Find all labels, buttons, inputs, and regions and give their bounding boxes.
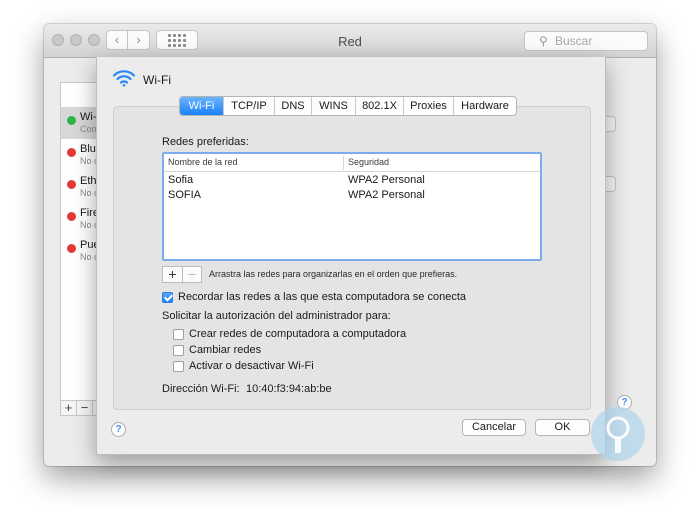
ok-button[interactable]: OK: [535, 419, 590, 436]
tab-bar: Wi-Fi TCP/IP DNS WINS 802.1X Proxies Har…: [179, 96, 517, 116]
table-header: Nombre de la red Seguridad: [164, 154, 540, 172]
column-divider: [343, 156, 344, 170]
wifi-address-value: 10:40:f3:94:ab:be: [246, 383, 332, 395]
add-service-button[interactable]: +: [61, 401, 77, 415]
table-row[interactable]: SOFIA WPA2 Personal: [164, 189, 540, 204]
change-networks-checkbox[interactable]: [173, 345, 184, 356]
search-field[interactable]: ⚲ Buscar: [524, 31, 648, 51]
network-name: Sofia: [168, 174, 194, 186]
watermark-logo: [591, 407, 645, 461]
preferred-networks-table[interactable]: Nombre de la red Seguridad Sofia WPA2 Pe…: [162, 152, 542, 261]
remember-networks-checkbox[interactable]: [162, 292, 173, 303]
column-header-name[interactable]: Nombre de la red: [168, 157, 238, 167]
wifi-address-label: Dirección Wi-Fi:: [162, 383, 240, 395]
help-button[interactable]: ?: [111, 422, 126, 437]
remove-service-button[interactable]: −: [77, 401, 93, 415]
status-dot-icon: [67, 116, 76, 125]
network-security: WPA2 Personal: [348, 189, 425, 201]
preferred-networks-label: Redes preferidas:: [162, 136, 249, 148]
table-row[interactable]: Sofia WPA2 Personal: [164, 174, 540, 189]
status-dot-icon: [67, 148, 76, 157]
settings-panel: Redes preferidas: Nombre de la red Segur…: [113, 106, 591, 410]
add-remove-network-buttons: + −: [162, 266, 202, 283]
cancel-button[interactable]: Cancelar: [462, 419, 526, 436]
tab-wins[interactable]: WINS: [311, 97, 355, 115]
status-dot-icon: [67, 180, 76, 189]
remove-network-button[interactable]: −: [182, 267, 201, 282]
tab-proxies[interactable]: Proxies: [403, 97, 453, 115]
change-networks-label: Cambiar redes: [189, 344, 262, 356]
computer-to-computer-checkbox[interactable]: [173, 329, 184, 340]
tab-8021x[interactable]: 802.1X: [355, 97, 403, 115]
column-header-security[interactable]: Seguridad: [348, 157, 389, 167]
tab-dns[interactable]: DNS: [274, 97, 311, 115]
computer-to-computer-label: Crear redes de computadora a computadora: [189, 328, 407, 340]
wifi-advanced-sheet: Wi-Fi Redes preferidas: Nombre de la red…: [96, 57, 606, 455]
background-control: [606, 176, 616, 192]
wifi-icon: [113, 70, 135, 87]
add-network-button[interactable]: +: [163, 267, 182, 282]
admin-authorization-label: Solicitar la autorización del administra…: [162, 310, 391, 322]
toggle-wifi-checkbox[interactable]: [173, 361, 184, 372]
network-security: WPA2 Personal: [348, 174, 425, 186]
status-dot-icon: [67, 212, 76, 221]
drag-hint: Arrastra las redes para organizarlas en …: [209, 269, 458, 279]
tab-hardware[interactable]: Hardware: [453, 97, 516, 115]
title-bar: ‹ › Red ⚲ Buscar: [44, 24, 656, 58]
search-placeholder: Buscar: [555, 34, 593, 48]
remember-networks-label: Recordar las redes a las que esta comput…: [178, 291, 466, 303]
tab-tcpip[interactable]: TCP/IP: [223, 97, 274, 115]
toggle-wifi-label: Activar o desactivar Wi-Fi: [189, 360, 314, 372]
sheet-title: Wi-Fi: [143, 73, 171, 87]
network-name: SOFIA: [168, 189, 202, 201]
tab-wifi[interactable]: Wi-Fi: [180, 97, 223, 115]
search-icon: ⚲: [539, 34, 548, 48]
status-dot-icon: [67, 244, 76, 253]
background-control: [606, 116, 616, 132]
